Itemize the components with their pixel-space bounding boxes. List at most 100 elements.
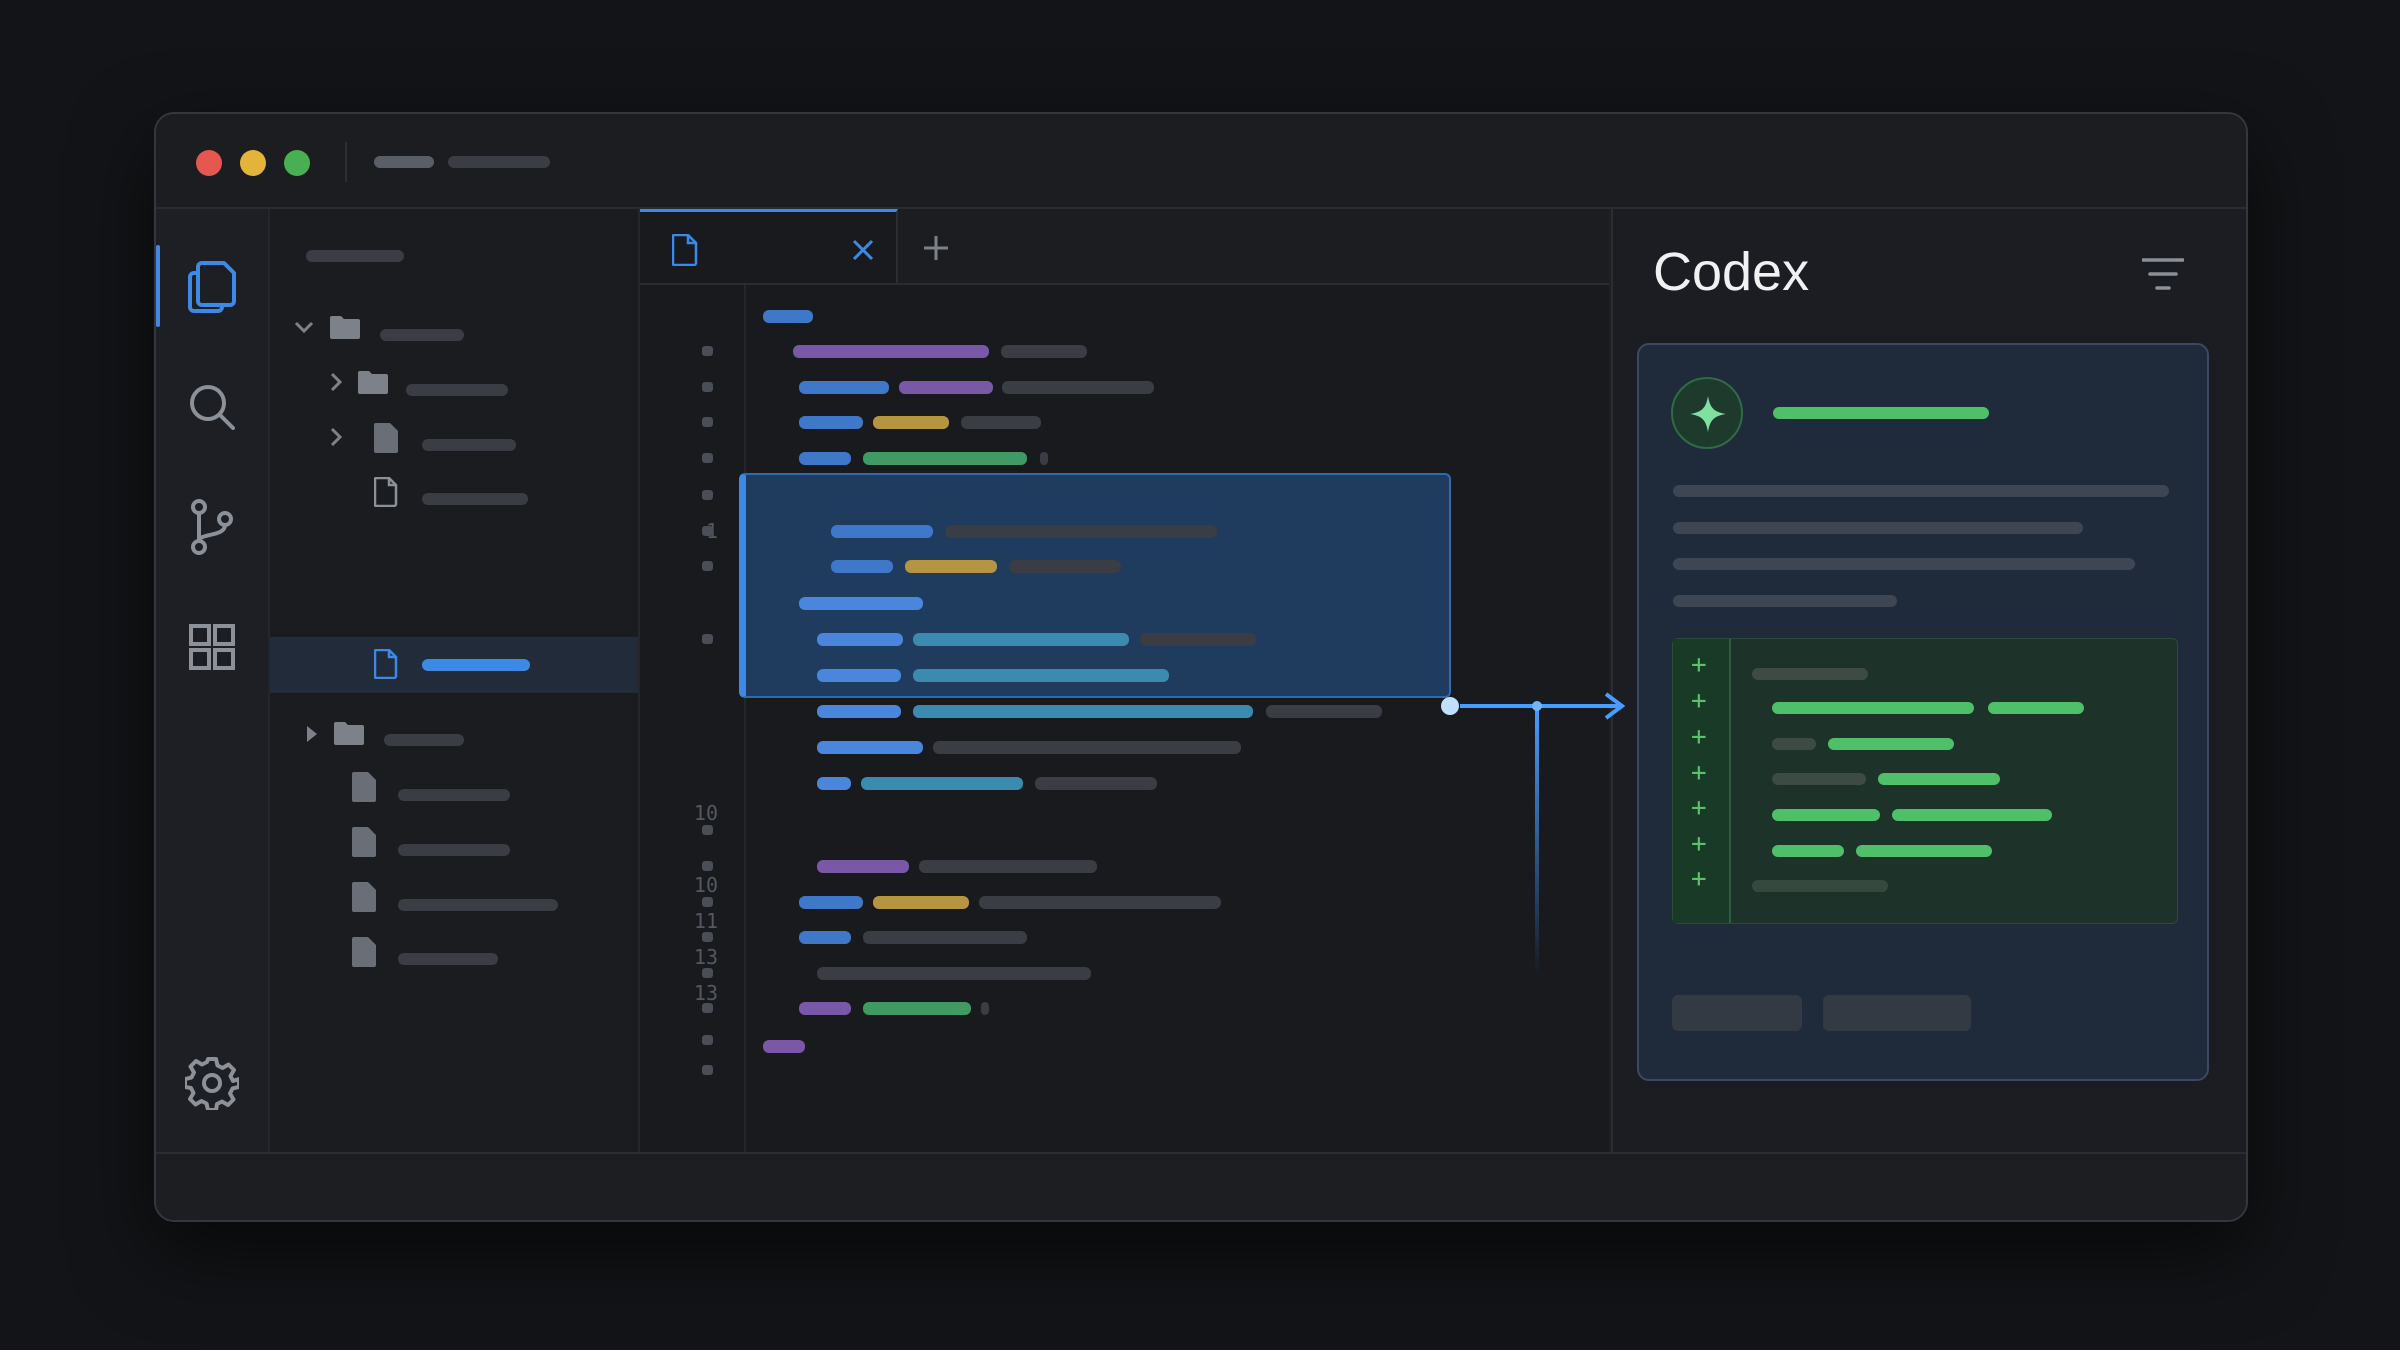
code-token <box>919 860 1097 873</box>
plus-icon[interactable] <box>923 235 949 261</box>
line-marker <box>702 453 713 463</box>
line-number: 13 <box>693 981 718 1005</box>
code-token <box>831 560 893 573</box>
file-icon <box>374 649 398 679</box>
maximize-window-button[interactable] <box>284 150 310 176</box>
tree-item-label[interactable] <box>384 734 464 746</box>
added-line-marker: + <box>1691 793 1707 823</box>
file-icon <box>352 827 376 857</box>
code-token <box>1040 452 1048 465</box>
close-icon[interactable] <box>852 239 874 261</box>
diff-token <box>1772 702 1974 714</box>
code-token <box>817 967 1091 980</box>
diff-gutter: + + + + + + + <box>1673 639 1731 923</box>
diff-token <box>1772 738 1816 750</box>
line-marker <box>702 417 713 427</box>
chevron-right-icon[interactable] <box>330 372 344 392</box>
diff-token <box>1856 845 1992 857</box>
selected-code-block[interactable] <box>739 473 1451 698</box>
line-marker <box>702 932 713 942</box>
line-marker <box>702 1035 713 1045</box>
added-line-marker: + <box>1691 686 1707 716</box>
folder-icon <box>358 371 388 394</box>
accept-button[interactable] <box>1823 995 1971 1031</box>
diff-token <box>1752 668 1868 680</box>
added-line-marker: + <box>1691 864 1707 894</box>
title-bar <box>156 114 2246 209</box>
tree-item-label[interactable] <box>406 384 508 396</box>
explorer-header-placeholder <box>306 250 404 262</box>
chevron-down-icon[interactable] <box>294 321 314 335</box>
code-token <box>799 931 851 944</box>
gear-icon[interactable] <box>184 1055 240 1111</box>
close-window-button[interactable] <box>196 150 222 176</box>
tree-item-label[interactable] <box>398 844 510 856</box>
code-token <box>1002 381 1154 394</box>
code-token <box>1001 345 1087 358</box>
line-number: 10 <box>693 873 718 897</box>
panel-title: Codex <box>1653 242 1810 302</box>
tree-item-label[interactable] <box>398 899 558 911</box>
folder-icon <box>334 722 364 745</box>
editor-tab-active[interactable] <box>640 209 898 283</box>
file-icon <box>352 937 376 967</box>
tree-item-label[interactable] <box>380 329 464 341</box>
source-control-icon[interactable] <box>184 499 240 555</box>
code-token <box>861 777 1023 790</box>
code-token <box>873 896 969 909</box>
active-indicator <box>156 245 160 327</box>
diff-token <box>1772 809 1880 821</box>
line-marker <box>702 346 713 356</box>
code-token <box>961 416 1041 429</box>
search-icon[interactable] <box>184 379 240 435</box>
extensions-icon[interactable] <box>184 619 240 675</box>
tree-item-label[interactable] <box>398 789 510 801</box>
caret-right-icon[interactable] <box>306 725 318 743</box>
line-marker <box>702 1065 713 1075</box>
code-token <box>1035 777 1157 790</box>
file-icon <box>672 234 698 266</box>
line-marker <box>702 561 713 571</box>
diff-token <box>1752 880 1888 892</box>
explorer-sidebar <box>270 209 762 1154</box>
tree-item-label[interactable] <box>398 953 498 965</box>
line-marker <box>702 968 713 978</box>
reject-button[interactable] <box>1672 995 1802 1031</box>
line-marker <box>702 490 713 500</box>
diff-token <box>1772 845 1844 857</box>
tree-item-label[interactable] <box>422 493 528 505</box>
file-icon <box>352 882 376 912</box>
tree-item-selected[interactable] <box>270 637 762 693</box>
code-token <box>945 525 1217 538</box>
code-token <box>817 705 901 718</box>
activity-bar <box>156 209 270 1154</box>
code-token <box>905 560 997 573</box>
added-line-marker: + <box>1691 650 1707 680</box>
added-line-marker: + <box>1691 829 1707 859</box>
added-line-marker: + <box>1691 758 1707 788</box>
apply-arrow <box>1441 692 1626 976</box>
text-line <box>1673 485 2169 497</box>
code-token <box>979 896 1221 909</box>
code-token <box>763 310 813 323</box>
diff-token <box>1892 809 2052 821</box>
filter-icon[interactable] <box>2142 257 2184 291</box>
minimize-window-button[interactable] <box>240 150 266 176</box>
code-token <box>863 931 1027 944</box>
code-token <box>817 633 903 646</box>
folder-icon <box>330 316 360 339</box>
line-marker <box>702 526 713 536</box>
code-token <box>763 1040 805 1053</box>
code-token <box>1009 560 1121 573</box>
chevron-right-icon[interactable] <box>330 427 344 447</box>
tree-item-label <box>422 659 530 671</box>
code-token <box>913 705 1253 718</box>
window-subtitle-placeholder <box>448 156 550 168</box>
tree-item-label[interactable] <box>422 439 516 451</box>
code-token <box>913 669 1169 682</box>
code-token <box>913 633 1129 646</box>
file-icon <box>352 772 376 802</box>
file-icon <box>374 477 398 507</box>
code-token <box>799 1002 851 1015</box>
files-icon[interactable] <box>184 259 240 315</box>
